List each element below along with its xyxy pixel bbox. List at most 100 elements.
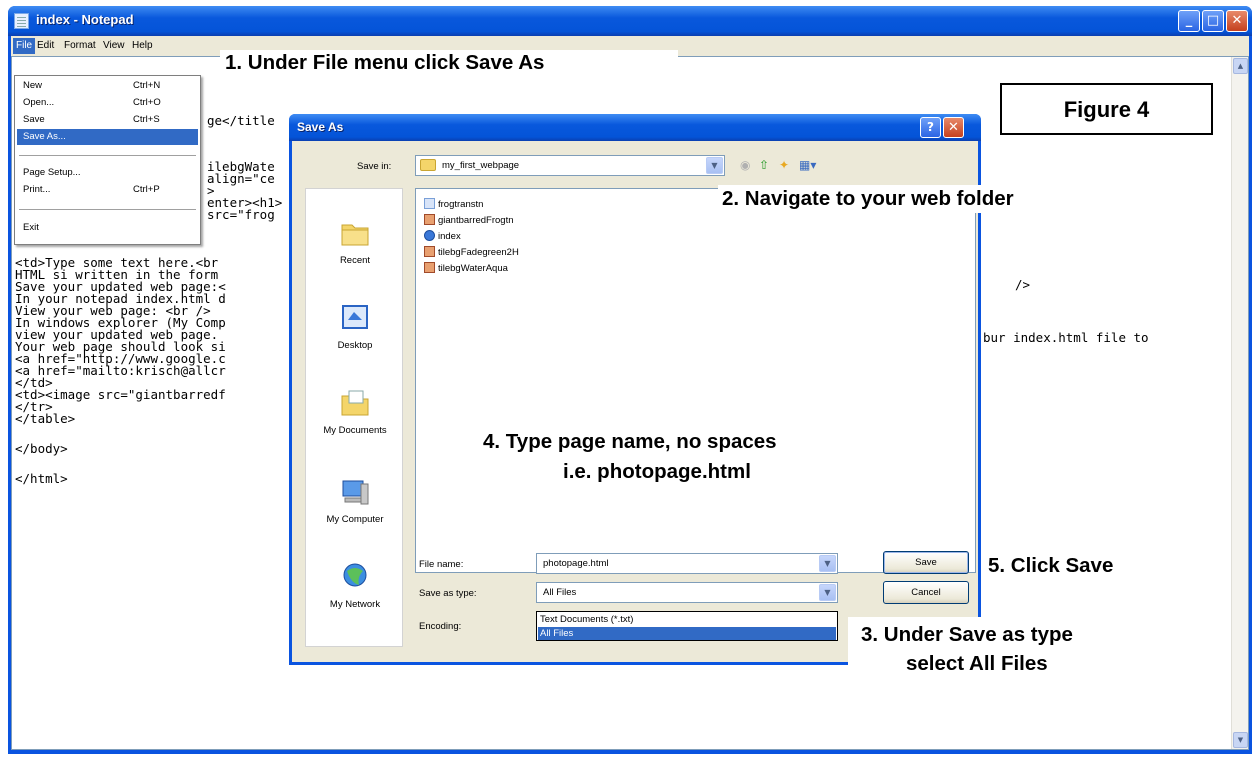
type-option-all-files[interactable]: All Files [538, 627, 836, 640]
up-folder-icon[interactable]: ⇧ [759, 158, 769, 172]
menu-item-print[interactable]: Print... Ctrl+P [17, 182, 198, 198]
window-title: index - Notepad [36, 12, 134, 27]
figure-label-box: Figure 4 [1000, 83, 1213, 135]
place-label: My Network [329, 599, 381, 610]
chevron-down-icon[interactable]: ▼ [819, 584, 836, 601]
file-name-text: index [438, 231, 461, 242]
menu-item-shortcut: Ctrl+N [133, 80, 161, 91]
save-in-combobox[interactable]: my_first_webpage ▼ [415, 155, 725, 176]
menu-item-save-as[interactable]: Save As... [17, 129, 198, 145]
back-icon[interactable]: ◉ [740, 158, 750, 172]
menu-item-label: Save As... [23, 131, 66, 142]
image-file-icon [424, 246, 435, 257]
dialog-title: Save As [297, 120, 344, 134]
code-line: </html> [15, 471, 68, 486]
scroll-up-arrow-icon[interactable]: ▲ [1233, 58, 1248, 74]
views-menu-icon[interactable]: ▦▾ [799, 158, 816, 172]
file-item[interactable]: index [424, 230, 461, 244]
menu-item-save[interactable]: Save Ctrl+S [17, 112, 198, 128]
place-label: Desktop [337, 340, 373, 351]
menu-item-label: New [23, 80, 43, 91]
menu-edit[interactable]: Edit [37, 40, 54, 51]
menu-file[interactable]: File [13, 38, 36, 54]
file-name-text: tilebgWaterAqua [438, 263, 508, 274]
file-list[interactable]: frogtranstn giantbarredFrogtn index tile… [415, 188, 976, 573]
menu-separator [19, 155, 196, 156]
menu-item-exit[interactable]: Exit [17, 220, 198, 236]
my-network-icon [343, 563, 367, 587]
annotation-step-3-line2: select All Files [906, 652, 1048, 675]
scroll-down-arrow-icon[interactable]: ▼ [1233, 732, 1248, 748]
annotation-step-5: 5. Click Save [988, 554, 1114, 577]
file-item[interactable]: giantbarredFrogtn [424, 214, 514, 228]
dialog-body: Save in: my_first_webpage ▼ ◉ ⇧ ✦ ▦▾ Rec… [292, 141, 978, 662]
notepad-titlebar[interactable]: index - Notepad _ □ ✕ [8, 6, 1252, 36]
place-recent[interactable]: Recent [306, 217, 404, 269]
place-desktop[interactable]: Desktop [306, 302, 404, 354]
html-file-icon [424, 230, 435, 241]
code-line: src="frog [207, 207, 275, 222]
menu-item-shortcut: Ctrl+P [133, 184, 160, 195]
menu-format[interactable]: Format [64, 40, 96, 51]
type-option-text-documents[interactable]: Text Documents (*.txt) [538, 613, 836, 626]
place-label: My Computer [326, 514, 384, 525]
place-label: Recent [339, 255, 371, 266]
recent-folder-icon [341, 224, 369, 246]
menu-item-open[interactable]: Open... Ctrl+O [17, 95, 198, 111]
dialog-titlebar[interactable]: Save As ? ✕ [289, 114, 981, 141]
code-line: align="ce [207, 171, 275, 186]
place-my-network[interactable]: My Network [306, 561, 404, 613]
chevron-down-icon[interactable]: ▼ [819, 555, 836, 572]
file-name-text: frogtranstn [438, 199, 484, 210]
minimize-button[interactable]: _ [1178, 10, 1200, 32]
desktop-icon [342, 305, 368, 329]
save-as-type-dropdown-list: Text Documents (*.txt) All Files [536, 611, 838, 641]
image-file-icon [424, 262, 435, 273]
my-computer-icon [342, 480, 369, 505]
menu-item-shortcut: Ctrl+S [133, 114, 160, 125]
menu-item-label: Open... [23, 97, 55, 108]
file-item[interactable]: tilebgFadegreen2H [424, 246, 519, 260]
annotation-step-3-line1: 3. Under Save as type [861, 623, 1073, 646]
place-my-documents[interactable]: My Documents [306, 387, 404, 439]
image-file-icon [424, 214, 435, 225]
code-line: ge</title [207, 113, 275, 128]
menu-item-shortcut: Ctrl+O [133, 97, 161, 108]
file-item[interactable]: frogtranstn [424, 198, 483, 212]
save-in-label: Save in: [357, 161, 392, 172]
menu-view[interactable]: View [103, 40, 125, 51]
close-button[interactable]: ✕ [1226, 10, 1248, 32]
menu-help[interactable]: Help [132, 40, 153, 51]
file-name-label: File name: [419, 559, 464, 570]
code-line: </table> [15, 411, 76, 426]
file-name-input[interactable]: photopage.html ▼ [536, 553, 838, 574]
dialog-close-button[interactable]: ✕ [943, 117, 964, 138]
chevron-down-icon[interactable]: ▼ [706, 157, 723, 174]
place-my-computer[interactable]: My Computer [306, 476, 404, 528]
help-button[interactable]: ? [920, 117, 941, 138]
code-line: bur index.html file to [983, 330, 1149, 345]
new-folder-icon[interactable]: ✦ [779, 158, 789, 172]
code-line: </body> [15, 441, 68, 456]
notepad-icon [14, 13, 29, 29]
menu-separator [19, 209, 196, 210]
cancel-button[interactable]: Cancel [883, 581, 969, 604]
encoding-label: Encoding: [419, 621, 462, 632]
file-name-text: tilebgFadegreen2H [438, 247, 519, 258]
file-item[interactable]: tilebgWaterAqua [424, 262, 508, 276]
save-button[interactable]: Save [883, 551, 969, 574]
save-as-type-select[interactable]: All Files ▼ [536, 582, 838, 603]
file-name-value: photopage.html [543, 558, 609, 569]
save-in-value: my_first_webpage [442, 160, 520, 171]
file-name-text: giantbarredFrogtn [438, 215, 514, 226]
menu-item-label: Save [23, 114, 45, 125]
save-as-type-label: Save as type: [419, 588, 477, 599]
folder-icon [420, 159, 436, 171]
vertical-scrollbar[interactable]: ▲ ▼ [1231, 57, 1248, 749]
figure-label: Figure 4 [1063, 97, 1150, 122]
menu-item-page-setup[interactable]: Page Setup... [17, 165, 198, 181]
image-file-icon [424, 198, 435, 209]
places-bar: Recent Desktop My Documents My Computer … [305, 188, 403, 647]
menu-item-new[interactable]: New Ctrl+N [17, 78, 198, 94]
maximize-button[interactable]: □ [1202, 10, 1224, 32]
